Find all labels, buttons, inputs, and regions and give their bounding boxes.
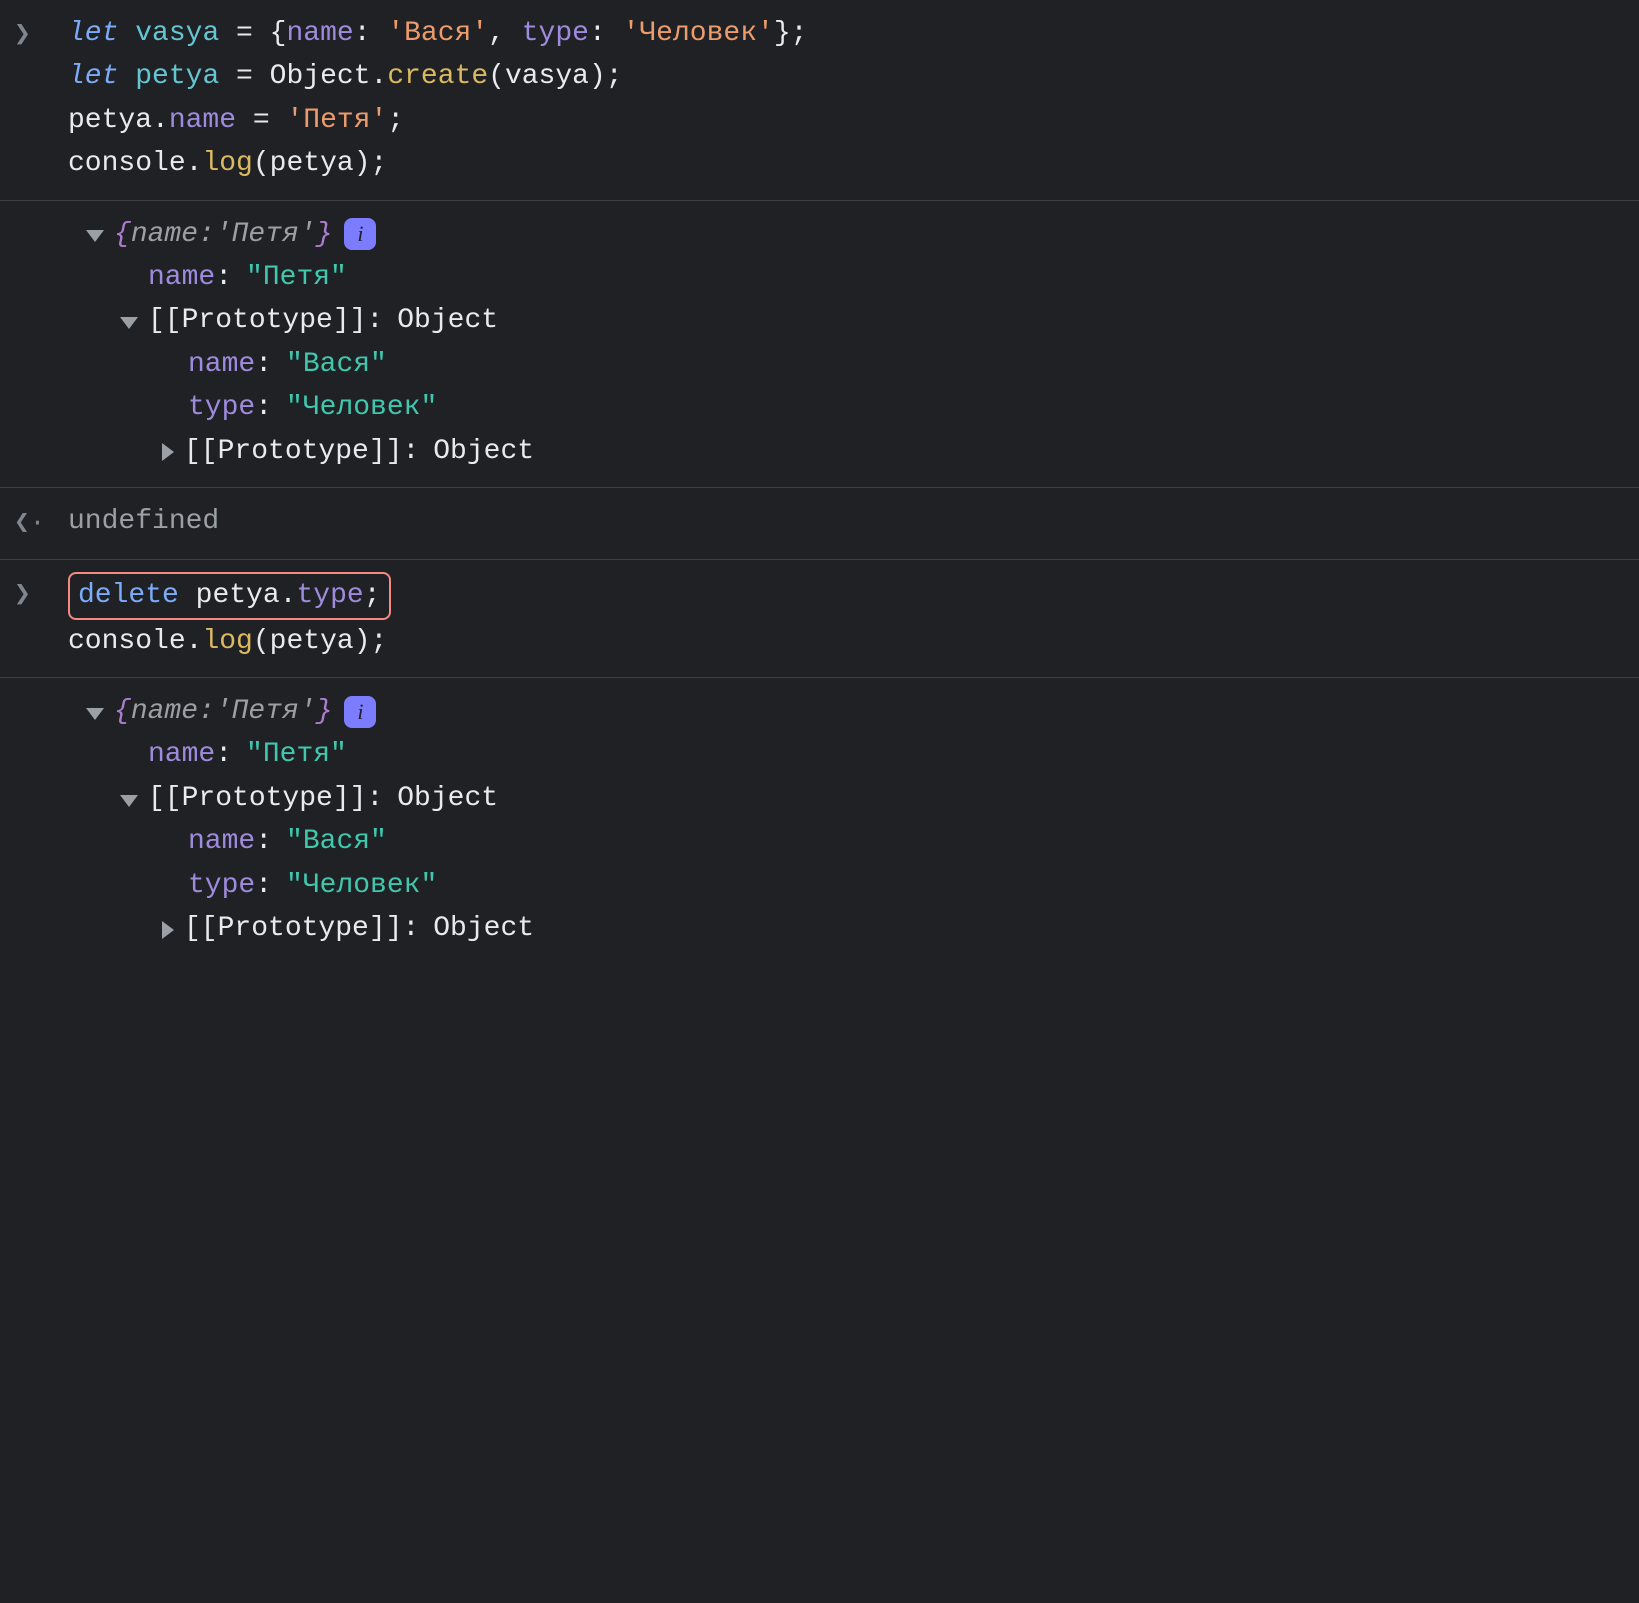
console-panel: ❯ let vasya = {name: 'Вася', type: 'Чело… — [0, 0, 1639, 964]
prototype-row[interactable]: [[Prototype]]:Object — [68, 430, 1625, 473]
return-prompt-icon: ❮· — [14, 500, 68, 545]
console-input-row: ❯ let vasya = {name: 'Вася', type: 'Чело… — [0, 0, 1639, 201]
object-tree: {name: 'Петя'} i name:"Петя" [[Prototype… — [68, 690, 1625, 950]
object-summary[interactable]: {name: 'Петя'} i — [68, 213, 1625, 256]
collapse-arrow-icon[interactable] — [162, 921, 174, 939]
object-property[interactable]: type:"Человек" — [68, 386, 1625, 429]
input-prompt-icon: ❯ — [14, 572, 68, 663]
object-property[interactable]: name:"Вася" — [68, 343, 1625, 386]
expand-arrow-icon[interactable] — [120, 317, 138, 329]
object-tree: {name: 'Петя'} i name:"Петя" [[Prototype… — [68, 213, 1625, 473]
info-icon[interactable]: i — [344, 218, 376, 250]
prototype-row[interactable]: [[Prototype]]:Object — [68, 777, 1625, 820]
return-value: undefined — [68, 500, 1625, 545]
prototype-row[interactable]: [[Prototype]]:Object — [68, 299, 1625, 342]
highlighted-code: delete petya.type; — [68, 572, 391, 619]
collapse-arrow-icon[interactable] — [162, 443, 174, 461]
object-property[interactable]: type:"Человек" — [68, 864, 1625, 907]
object-property[interactable]: name:"Вася" — [68, 820, 1625, 863]
expand-arrow-icon[interactable] — [86, 708, 104, 720]
console-input-row: ❯ delete petya.type;console.log(petya); — [0, 560, 1639, 678]
input-prompt-icon: ❯ — [14, 12, 68, 186]
expand-arrow-icon[interactable] — [86, 230, 104, 242]
console-output-row: {name: 'Петя'} i name:"Петя" [[Prototype… — [0, 201, 1639, 488]
expand-arrow-icon[interactable] — [120, 795, 138, 807]
object-property[interactable]: name:"Петя" — [68, 256, 1625, 299]
console-output-row: {name: 'Петя'} i name:"Петя" [[Prototype… — [0, 678, 1639, 964]
console-return-row: ❮· undefined — [0, 488, 1639, 560]
info-icon[interactable]: i — [344, 696, 376, 728]
code-input[interactable]: delete petya.type;console.log(petya); — [68, 572, 1625, 663]
object-property[interactable]: name:"Петя" — [68, 733, 1625, 776]
prototype-row[interactable]: [[Prototype]]:Object — [68, 907, 1625, 950]
code-input[interactable]: let vasya = {name: 'Вася', type: 'Челове… — [68, 12, 1625, 186]
object-summary[interactable]: {name: 'Петя'} i — [68, 690, 1625, 733]
